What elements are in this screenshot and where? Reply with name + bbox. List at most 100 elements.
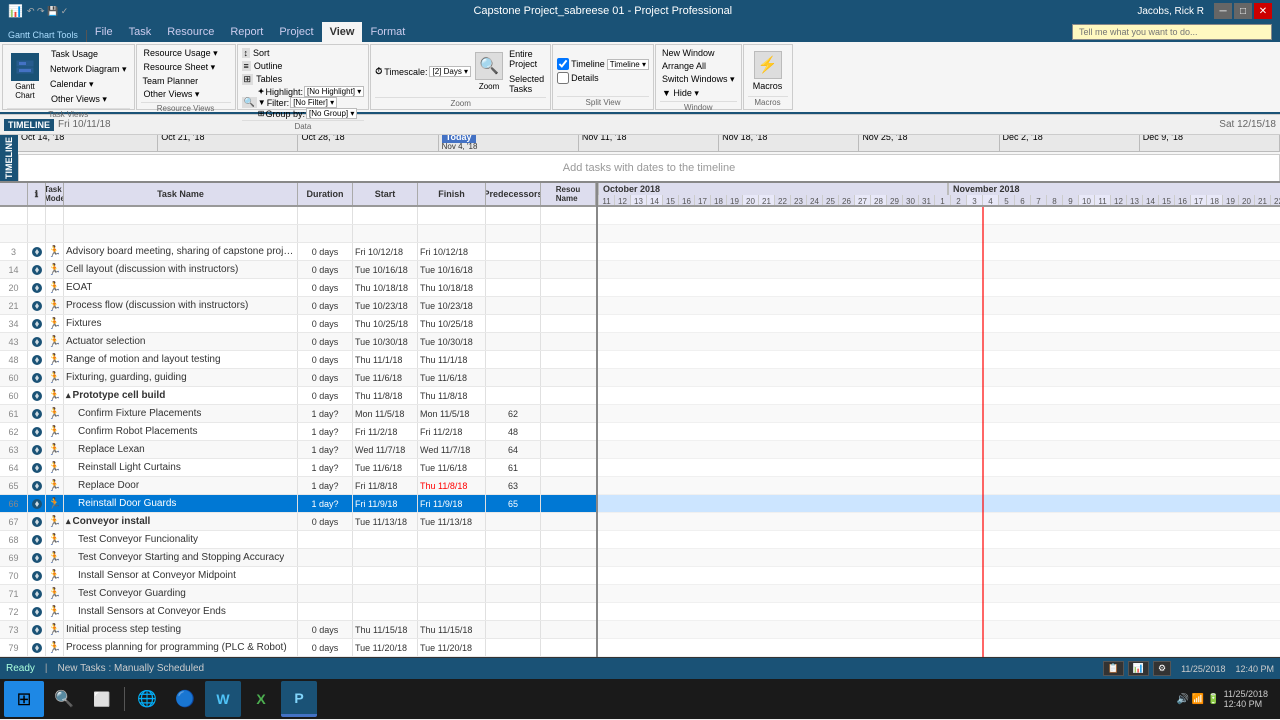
tab-report[interactable]: Report: [222, 22, 271, 42]
table-row[interactable]: 34 🏃 Fixtures 0 days Thu 10/25/18 Thu 10…: [0, 315, 596, 333]
taskbar-project-active[interactable]: P: [281, 681, 317, 717]
table-row[interactable]: 70 🏃 Install Sensor at Conveyor Midpoint: [0, 567, 596, 585]
gantt-tools-label: Gantt Chart Tools: [4, 30, 87, 42]
table-row[interactable]: 71 🏃 Test Conveyor Guarding: [0, 585, 596, 603]
ribbon-data: ↕ Sort ≡ Outline ⊞ Tables 🔍 ✦ Hig: [237, 44, 370, 110]
table-row[interactable]: 72 🏃 Install Sensors at Conveyor Ends: [0, 603, 596, 621]
table-row[interactable]: 21 🏃 Process flow (discussion with instr…: [0, 297, 596, 315]
resource-usage-btn[interactable]: Resource Usage ▾: [141, 47, 231, 60]
table-row[interactable]: 14 🏃 Cell layout (discussion with instru…: [0, 261, 596, 279]
table-row[interactable]: 20 🏃 EOAT 0 days Thu 10/18/18 Thu 10/18/…: [0, 279, 596, 297]
table-row[interactable]: 48 🏃 Range of motion and layout testing …: [0, 351, 596, 369]
table-row[interactable]: 69 🏃 Test Conveyor Starting and Stopping…: [0, 549, 596, 567]
col-finish: Finish: [418, 183, 486, 205]
details-btn[interactable]: Details: [557, 72, 649, 84]
taskbar-ie[interactable]: 🌐: [129, 681, 165, 717]
col-duration: Duration: [298, 183, 353, 205]
group-by-label: Group by:: [265, 109, 305, 119]
timeline-area: TIMELINE Oct 14, '18 Oct 21, '18 Oct 28,…: [0, 135, 1280, 183]
gantt-header: October 2018November 2018December 201811…: [598, 183, 1280, 207]
table-row[interactable]: 60 🏃 ▴ Prototype cell build 0 days Thu 1…: [0, 387, 596, 405]
table-header: ℹ TaskMode Task Name Duration Start Fini…: [0, 183, 596, 207]
table-row[interactable]: 68 🏃 Test Conveyor Funcionality: [0, 531, 596, 549]
col-start: Start: [353, 183, 418, 205]
timeline-date-8: Dec 2, '18: [1000, 135, 1140, 151]
timeline-checkbox[interactable]: [557, 58, 569, 70]
gantt-chart-btn[interactable]: GanttChart: [7, 50, 43, 104]
table-row[interactable]: 63 🏃 Replace Lexan 1 day? Wed 11/7/18 We…: [0, 441, 596, 459]
other-views-r-btn[interactable]: Other Views ▾: [141, 88, 231, 101]
resource-sheet-btn[interactable]: Resource Sheet ▾: [141, 61, 231, 74]
highlight-dropdown[interactable]: [No Highlight] ▾: [304, 86, 364, 97]
table-row[interactable]: 79 🏃 Process planning for programming (P…: [0, 639, 596, 657]
table-row[interactable]: 61 🏃 Confirm Fixture Placements 1 day? M…: [0, 405, 596, 423]
new-window-btn[interactable]: New Window: [660, 47, 737, 59]
timescale-dropdown[interactable]: [2] Days ▾: [429, 66, 471, 77]
ribbon-resource-views: Resource Usage ▾ Resource Sheet ▾ Team P…: [136, 44, 236, 110]
table-row[interactable]: 62 🏃 Confirm Robot Placements 1 day? Fri…: [0, 423, 596, 441]
user-name: Jacobs, Rick R: [1137, 6, 1204, 17]
tables-btn[interactable]: Tables: [254, 73, 284, 85]
table-row[interactable]: [0, 225, 596, 243]
table-row[interactable]: 65 🏃 Replace Door 1 day? Fri 11/8/18 Thu…: [0, 477, 596, 495]
tab-project[interactable]: Project: [271, 22, 321, 42]
timeline-date-2: Oct 21, '18: [158, 135, 298, 151]
status-btn-1[interactable]: 📋: [1103, 661, 1124, 676]
minimize-btn[interactable]: ─: [1214, 3, 1232, 19]
search-btn[interactable]: 🔍: [46, 681, 82, 717]
date-left: Fri 10/11/18: [58, 119, 111, 130]
other-views-btn[interactable]: Other Views ▾: [47, 92, 130, 107]
task-usage-btn[interactable]: Task Usage: [47, 47, 130, 61]
outline-btn[interactable]: Outline: [252, 60, 285, 72]
table-row[interactable]: 43 🏃 Actuator selection 0 days Tue 10/30…: [0, 333, 596, 351]
selected-tasks-btn[interactable]: SelectedTasks: [507, 72, 546, 96]
network-diagram-btn[interactable]: Network Diagram ▾: [47, 62, 130, 77]
tell-me-input[interactable]: [1072, 24, 1272, 40]
timeline-style-dropdown[interactable]: Timeline ▾: [607, 59, 649, 70]
ribbon-window: New Window Arrange All Switch Windows ▾ …: [655, 44, 742, 110]
table-row[interactable]: 3 🏃 Advisory board meeting, sharing of c…: [0, 243, 596, 261]
tab-resource[interactable]: Resource: [159, 22, 222, 42]
arrange-all-btn[interactable]: Arrange All: [660, 60, 737, 72]
tab-file[interactable]: File: [87, 22, 121, 42]
table-row[interactable]: 67 🏃 ▴ Conveyor install 0 days Tue 11/13…: [0, 513, 596, 531]
col-info: ℹ: [28, 183, 46, 205]
entire-project-btn[interactable]: EntireProject: [507, 47, 546, 71]
close-btn[interactable]: ✕: [1254, 3, 1272, 19]
sort-btn[interactable]: Sort: [251, 47, 272, 59]
ribbon-zoom: ⏱ Timescale: [2] Days ▾ 🔍 Zoom EntirePro…: [370, 44, 551, 110]
tab-format[interactable]: Format: [362, 22, 413, 42]
switch-windows-btn[interactable]: Switch Windows ▾: [660, 73, 737, 86]
table-row[interactable]: 64 🏃 Reinstall Light Curtains 1 day? Tue…: [0, 459, 596, 477]
timeline-date-6: Nov 18, '18: [719, 135, 859, 151]
taskbar-word[interactable]: W: [205, 681, 241, 717]
group-by-dropdown[interactable]: [No Group] ▾: [306, 108, 357, 119]
system-tray: 🔊 📶 🔋 11/25/201812:40 PM: [1169, 689, 1276, 709]
filter-dropdown[interactable]: [No Filter] ▾: [290, 97, 337, 108]
status-btn-3[interactable]: ⚙: [1153, 661, 1171, 676]
table-row[interactable]: 60 🏃 Fixturing, guarding, guiding 0 days…: [0, 369, 596, 387]
table-row[interactable]: 66 🏃 Reinstall Door Guards 1 day? Fri 11…: [0, 495, 596, 513]
task-table: ℹ TaskMode Task Name Duration Start Fini…: [0, 183, 598, 657]
col-num: [0, 183, 28, 205]
status-date: 11/25/2018: [1181, 664, 1225, 674]
tab-view[interactable]: View: [322, 22, 363, 42]
calendar-btn[interactable]: Calendar ▾: [47, 78, 130, 91]
status-btn-2[interactable]: 📊: [1128, 661, 1149, 676]
hide-btn[interactable]: ▼ Hide ▾: [660, 87, 737, 100]
team-planner-btn[interactable]: Team Planner: [141, 75, 201, 87]
filter-label: Filter:: [267, 98, 290, 108]
maximize-btn[interactable]: □: [1234, 3, 1252, 19]
title-bar: 📊 ↶ ↷ 💾 ✓ Capstone Project_sabreese 01 -…: [0, 0, 1280, 22]
table-row[interactable]: [0, 207, 596, 225]
macros-btn[interactable]: ⚡ Macros: [751, 49, 785, 93]
timeline-date-3: Oct 28, '18: [298, 135, 438, 151]
table-row[interactable]: 73 🏃 Initial process step testing 0 days…: [0, 621, 596, 639]
timescale-label: Timescale:: [384, 67, 427, 77]
zoom-in-btn[interactable]: 🔍: [475, 52, 503, 80]
task-view-btn[interactable]: ⬜: [84, 681, 120, 717]
taskbar-excel[interactable]: X: [243, 681, 279, 717]
start-btn[interactable]: ⊞: [4, 681, 44, 717]
taskbar-chrome[interactable]: 🔵: [167, 681, 203, 717]
tab-task[interactable]: Task: [121, 22, 160, 42]
